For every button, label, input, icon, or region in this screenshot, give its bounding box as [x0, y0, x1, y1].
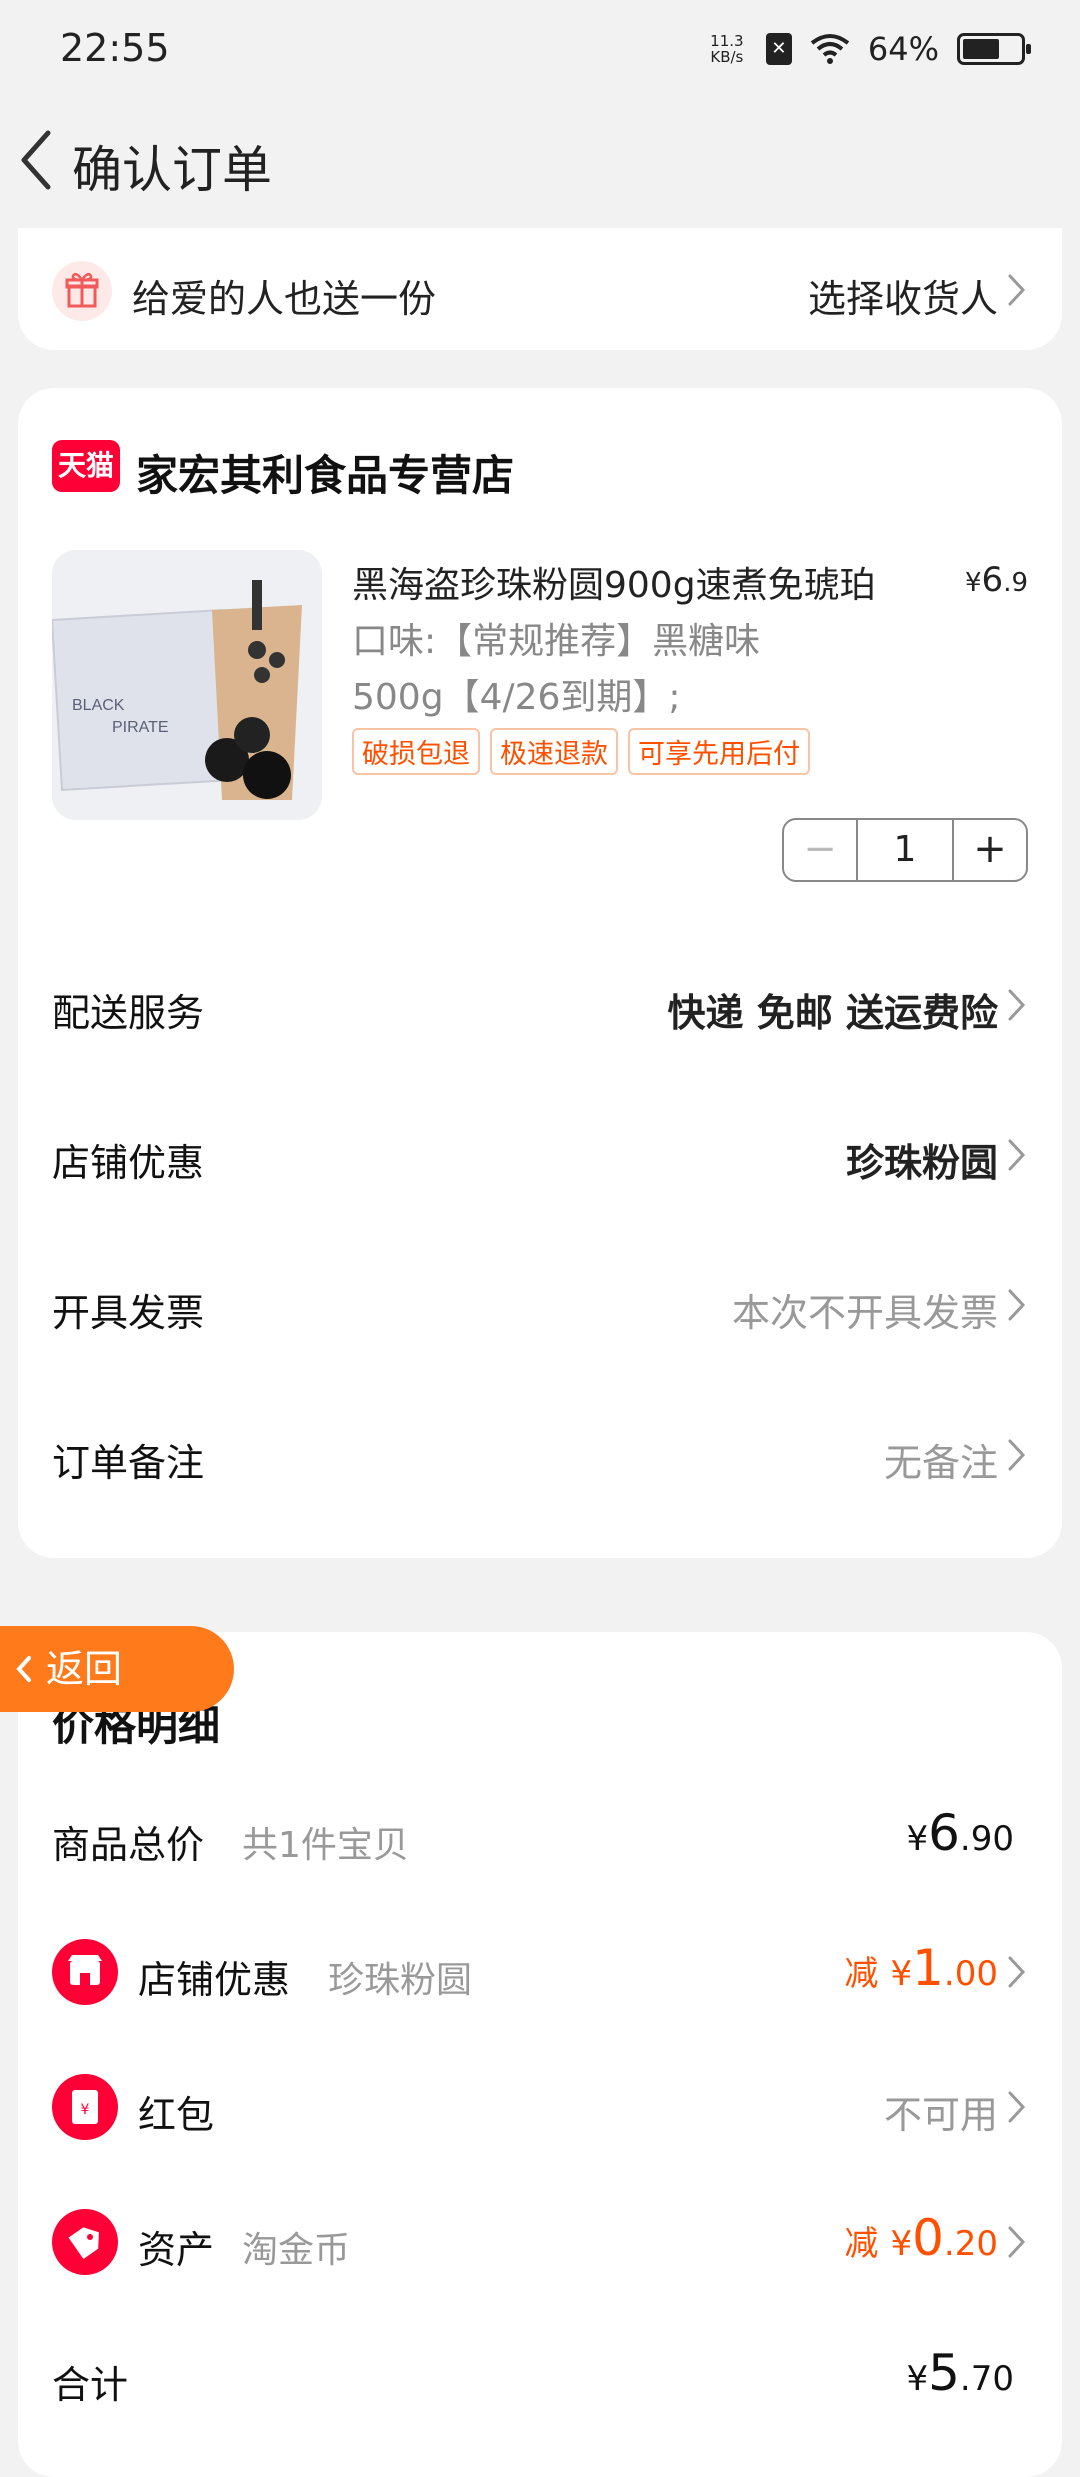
product-image[interactable]: BLACK PIRATE [52, 550, 322, 820]
assets-row[interactable]: 资产 淘金币 减 ¥0.20 [18, 2197, 1062, 2287]
decrease-quantity-button[interactable]: − [784, 820, 856, 880]
product-title[interactable]: 黑海盗珍珠粉圆900g速煮免琥珀 [352, 556, 942, 608]
tag-fast-refund: 极速退款 [490, 728, 618, 775]
increase-quantity-button[interactable]: + [954, 820, 1026, 880]
battery-icon [957, 33, 1031, 65]
coupon-tag-icon [52, 2209, 118, 2275]
status-icons: 11.3 KB/s ✕ 64% [706, 30, 1031, 68]
product-spec[interactable]: 口味:【常规推荐】黑糖味 500g【4/26到期】; [352, 614, 852, 726]
tag-damage-return: 破损包退 [352, 728, 480, 775]
chevron-right-icon [1008, 1956, 1026, 1988]
price-detail-card: 价格明细 商品总价 共1件宝贝 ¥6.90 店铺优惠 珍珠粉圆 减 ¥1.00 … [18, 1632, 1062, 2477]
quantity-input[interactable]: 1 [856, 820, 954, 880]
gift-icon [52, 261, 112, 321]
tmall-badge: 天猫 [52, 440, 120, 492]
gift-row[interactable]: 给爱的人也送一份 选择收货人 [18, 228, 1062, 350]
grand-total-row: 合计 ¥5.70 [52, 2344, 1014, 2407]
product-price: ¥6.9 [965, 560, 1028, 600]
goods-total-row: 商品总价 共1件宝贝 ¥6.90 [52, 1804, 1014, 1867]
chevron-right-icon [1008, 1289, 1026, 1321]
page-title: 确认订单 [72, 141, 272, 199]
network-speed: 11.3 KB/s [710, 32, 744, 66]
back-chevron-icon [21, 130, 51, 190]
delivery-service-row[interactable]: 配送服务 快递 免邮 送运费险 [18, 960, 1062, 1050]
battery-level [963, 39, 999, 59]
red-packet-icon: ¥ [52, 2074, 118, 2140]
chevron-right-icon [1008, 989, 1026, 1021]
store-discount-row[interactable]: 店铺优惠 珍珠粉圆 [18, 1110, 1062, 1200]
chevron-right-icon [1008, 274, 1026, 306]
select-recipient-link[interactable]: 选择收货人 [808, 268, 998, 323]
store-discount-price-row[interactable]: 店铺优惠 珍珠粉圆 减 ¥1.00 [18, 1927, 1062, 2017]
header: 确认订单 [0, 110, 1080, 210]
svg-text:PIRATE: PIRATE [112, 719, 169, 736]
status-bar: 22:55 11.3 KB/s ✕ 64% [0, 0, 1080, 100]
store-icon [52, 1939, 118, 2005]
service-tags: 破损包退 极速退款 可享先用后付 [352, 728, 810, 775]
status-time: 22:55 [60, 26, 170, 70]
chevron-right-icon [1008, 1439, 1026, 1471]
sim-off-icon: ✕ [765, 33, 792, 65]
chevron-right-icon [1008, 2091, 1026, 2123]
store-card: 天猫 家宏其利食品专营店 BLACK PIRATE 黑海盗珍珠粉圆900g速煮免… [18, 388, 1062, 1558]
back-button[interactable] [12, 125, 62, 195]
gift-label: 给爱的人也送一份 [132, 277, 437, 321]
assets-amount: 减 ¥0.20 [844, 2209, 998, 2267]
store-name[interactable]: 家宏其利食品专营店 [136, 442, 514, 503]
red-packet-row[interactable]: ¥ 红包 不可用 [18, 2062, 1062, 2152]
battery-percent: 64% [867, 30, 939, 68]
store-discount-amount: 减 ¥1.00 [844, 1939, 998, 1997]
order-note-row[interactable]: 订单备注 无备注 [18, 1410, 1062, 1500]
chevron-right-icon [1008, 2226, 1026, 2258]
goods-total-amount: ¥6.90 [906, 1804, 1014, 1862]
invoice-row[interactable]: 开具发票 本次不开具发票 [18, 1260, 1062, 1350]
svg-text:¥: ¥ [81, 2102, 90, 2118]
floating-return-button[interactable]: 返回 [0, 1626, 234, 1712]
svg-text:BLACK: BLACK [72, 697, 125, 714]
chevron-left-icon [16, 1656, 31, 1682]
chevron-right-icon [1008, 1139, 1026, 1171]
wifi-icon [810, 34, 850, 64]
grand-total-amount: ¥5.70 [906, 2344, 1014, 2402]
quantity-stepper: − 1 + [782, 818, 1028, 882]
tag-pay-later: 可享先用后付 [628, 728, 810, 775]
